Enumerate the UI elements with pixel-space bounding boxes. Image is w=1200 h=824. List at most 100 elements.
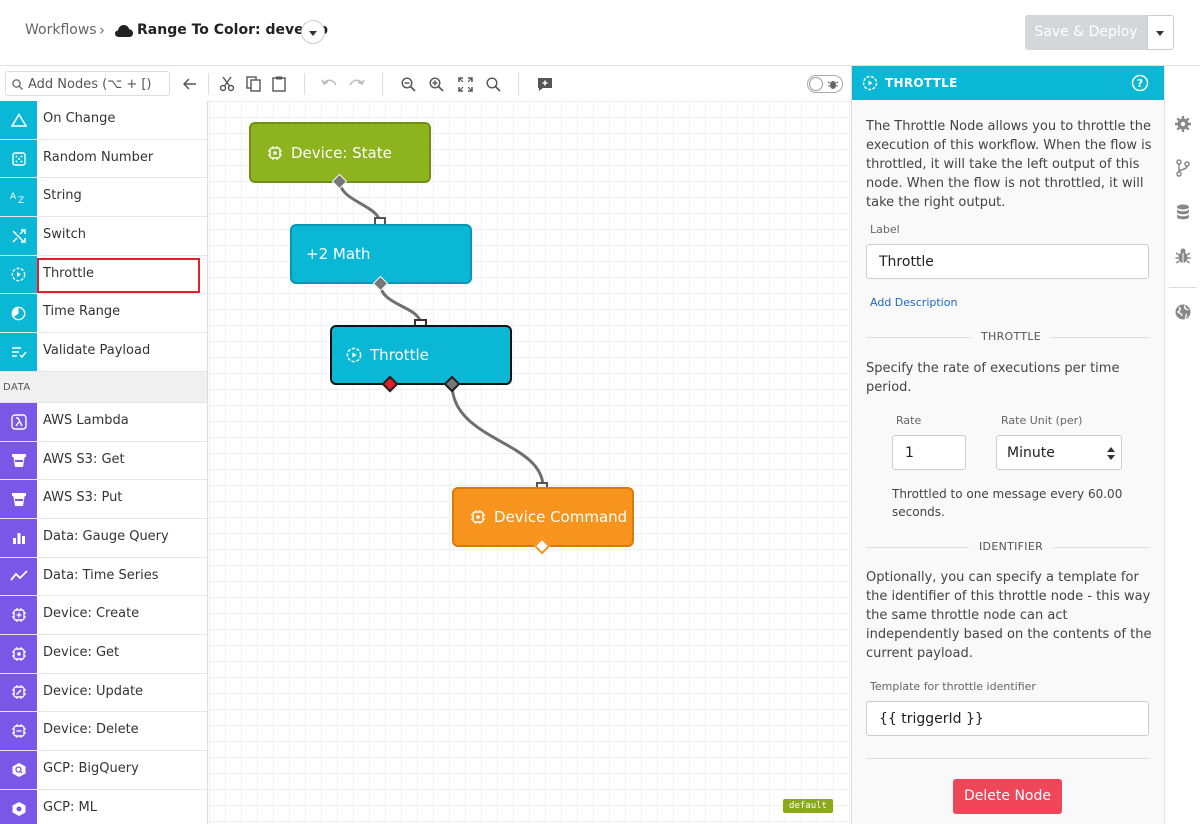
fit-to-screen-button[interactable] — [455, 74, 475, 94]
add-description-link[interactable]: Add Description — [870, 296, 957, 309]
rate-unit-caption: Rate Unit (per) — [1001, 414, 1083, 427]
cut-button[interactable] — [217, 74, 237, 94]
magnifier-icon — [485, 76, 501, 92]
palette-item-gcp-ml[interactable]: GCP: ML — [0, 789, 207, 824]
bug-icon[interactable] — [1174, 247, 1192, 265]
search-icon — [12, 79, 23, 90]
toggle-knob — [809, 77, 823, 91]
line-chart-icon — [9, 570, 28, 581]
dev-mode-toggle[interactable] — [807, 75, 843, 93]
search-input[interactable] — [28, 74, 166, 94]
chip-icon — [268, 145, 282, 160]
svg-text:A: A — [10, 192, 17, 202]
palette-item-aws-s3-put[interactable]: AWS S3: Put — [0, 480, 207, 519]
node-math[interactable]: +2 Math — [290, 224, 472, 284]
collapse-palette-button[interactable] — [180, 74, 200, 94]
palette-item-gcp-bigquery[interactable]: GCP: BigQuery — [0, 751, 207, 790]
cloud-icon — [115, 25, 133, 37]
palette-item-label: Device: Create — [43, 606, 140, 622]
palette-item-aws-s3-get[interactable]: AWS S3: Get — [0, 441, 207, 481]
rate-input[interactable] — [892, 435, 966, 470]
node-label: Device: State — [291, 143, 392, 162]
label-caption: Label — [870, 223, 900, 236]
palette-item-time-range[interactable]: Time Range — [0, 294, 207, 334]
bar-chart-icon — [12, 532, 25, 544]
throttle-icon — [862, 75, 878, 91]
paste-button[interactable] — [269, 74, 289, 94]
palette-section-data: DATA — [0, 371, 207, 403]
palette-item-device-update[interactable]: Device: Update — [0, 673, 207, 713]
rate-unit-select[interactable]: Minute — [996, 435, 1122, 470]
zoom-reset-button[interactable] — [483, 74, 503, 94]
node-label: +2 Math — [306, 245, 371, 263]
palette-item-device-get[interactable]: Device: Get — [0, 634, 207, 674]
palette-item-data-gauge-query[interactable]: Data: Gauge Query — [0, 518, 207, 558]
hexagon-icon — [12, 801, 25, 816]
help-icon[interactable]: ? — [1131, 74, 1149, 92]
palette-item-aws-lambda[interactable]: AWS Lambda — [0, 402, 207, 442]
save-deploy-button[interactable]: Save & Deploy — [1025, 15, 1147, 50]
label-input[interactable] — [866, 244, 1149, 279]
gear-icon[interactable] — [1174, 115, 1192, 133]
side-rail — [1164, 66, 1200, 824]
palette-item-on-change[interactable]: On Change — [0, 101, 207, 140]
git-branch-icon[interactable] — [1174, 159, 1192, 177]
palette-item-label: GCP: BigQuery — [43, 761, 139, 776]
bug-icon — [827, 81, 839, 89]
hexagon-icon — [12, 762, 25, 777]
palette-item-label: String — [43, 188, 82, 204]
workflow-canvas[interactable]: Device: State +2 Math Throttle Device Co… — [209, 101, 850, 824]
select-arrows-icon — [1107, 447, 1115, 460]
template-input[interactable] — [866, 701, 1149, 736]
palette-item-string[interactable]: AZ String — [0, 178, 207, 218]
node-connections — [338, 181, 545, 488]
az-icon: AZ — [10, 192, 24, 204]
chip-icon — [471, 510, 485, 524]
delete-node-button[interactable]: Delete Node — [953, 779, 1062, 814]
add-nodes-search[interactable] — [5, 71, 170, 96]
expand-icon — [457, 76, 473, 92]
bucket-icon — [11, 493, 26, 507]
palette-item-label: On Change — [43, 111, 116, 126]
workflow-version-dropdown[interactable] — [301, 20, 325, 44]
chip-icon — [11, 724, 26, 739]
palette-item-throttle[interactable]: Throttle — [0, 255, 207, 295]
deploy-options-dropdown[interactable] — [1147, 15, 1174, 50]
chip-icon — [11, 608, 26, 623]
palette-item-label: AWS S3: Get — [43, 451, 125, 467]
palette-item-label: Time Range — [43, 304, 121, 320]
palette-item-label: Data: Time Series — [43, 567, 159, 583]
node-throttle[interactable]: Throttle — [330, 325, 512, 385]
throttle-summary: Throttled to one message every 60.00 sec… — [892, 487, 1123, 519]
shuffle-icon — [11, 229, 26, 243]
redo-icon — [349, 79, 365, 86]
throttle-section-heading: THROTTLE — [971, 330, 1052, 343]
globe-icon[interactable] — [1174, 303, 1192, 321]
palette-item-device-delete[interactable]: Device: Delete — [0, 712, 207, 751]
palette-item-label: GCP: ML — [43, 799, 97, 815]
node-label: Throttle — [370, 346, 429, 364]
workflow-title: Range To Color: develop — [137, 22, 329, 38]
zoom-in-icon — [428, 76, 444, 92]
redo-button[interactable] — [347, 74, 367, 94]
palette-item-switch[interactable]: Switch — [0, 217, 207, 256]
palette-item-label: Device: Delete — [43, 722, 139, 738]
breadcrumb-workflows[interactable]: Workflows — [25, 22, 97, 38]
palette-item-validate-payload[interactable]: Validate Payload — [0, 333, 207, 372]
palette-item-label: Device: Get — [43, 644, 120, 660]
palette-item-random-number[interactable]: Random Number — [0, 139, 207, 179]
palette-item-label: AWS S3: Put — [43, 490, 123, 506]
database-icon[interactable] — [1174, 203, 1192, 221]
palette-item-label: Device: Update — [43, 683, 144, 699]
palette-item-data-time-series[interactable]: Data: Time Series — [0, 557, 207, 597]
palette-item-device-create[interactable]: Device: Create — [0, 596, 207, 635]
undo-button[interactable] — [319, 74, 339, 94]
palette-item-label: AWS Lambda — [43, 412, 129, 428]
dice-icon — [11, 151, 26, 166]
app-header: Workflows › Range To Color: develop Save… — [0, 0, 1200, 66]
zoom-in-button[interactable] — [426, 74, 446, 94]
copy-icon — [245, 76, 261, 92]
zoom-out-button[interactable] — [398, 74, 418, 94]
copy-button[interactable] — [243, 74, 263, 94]
add-comment-button[interactable] — [535, 74, 555, 94]
